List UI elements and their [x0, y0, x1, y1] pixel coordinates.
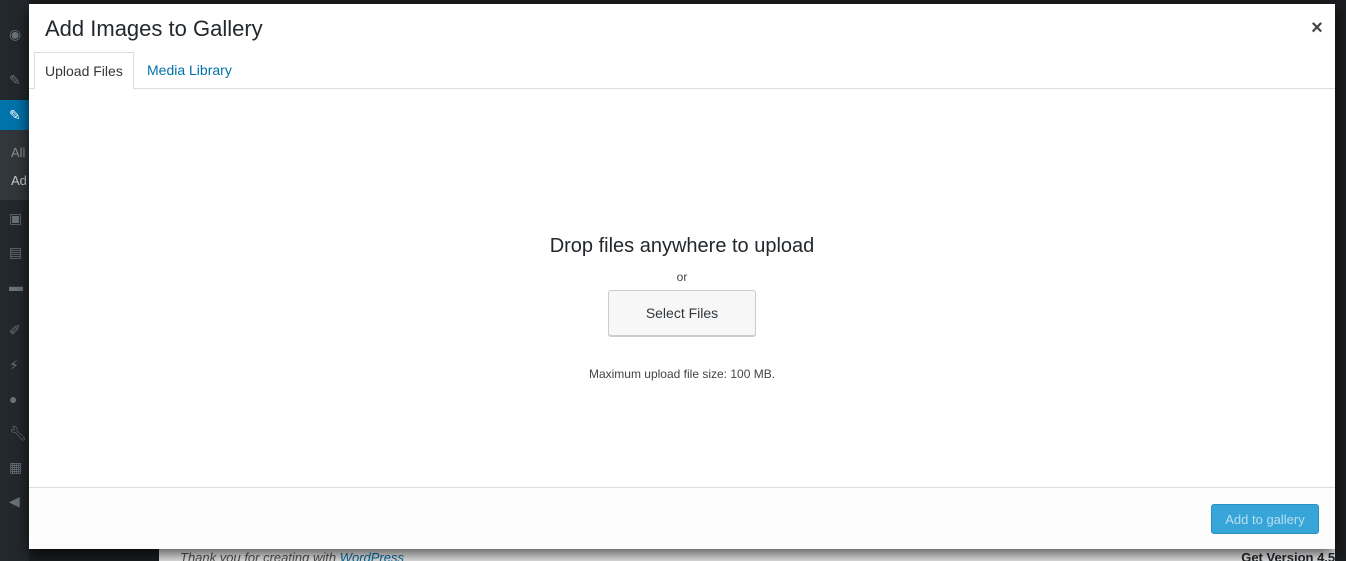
- submenu-background: [0, 130, 29, 200]
- footer-version[interactable]: Get Version 4.5.3: [1241, 550, 1346, 561]
- users-icon[interactable]: ●: [9, 391, 25, 407]
- tools-icon[interactable]: 🔧︎: [9, 425, 27, 441]
- tab-upload-files[interactable]: Upload Files: [34, 52, 134, 90]
- modal-title: Add Images to Gallery: [45, 16, 263, 41]
- upload-area[interactable]: Drop files anywhere to upload or Select …: [29, 89, 1335, 487]
- admin-footer: Thank you for creating with WordPress Ge…: [159, 548, 1346, 561]
- overlay-edge: [1335, 0, 1346, 561]
- appearance-icon[interactable]: ✐: [9, 322, 25, 338]
- modal-tabs: Upload Files Media Library: [29, 52, 1335, 90]
- submenu-item-add[interactable]: Ad: [11, 173, 27, 188]
- footer-thanks: Thank you for creating with WordPress: [180, 550, 404, 561]
- select-files-button[interactable]: Select Files: [608, 290, 756, 336]
- wordpress-link[interactable]: WordPress: [340, 550, 404, 561]
- pin-icon[interactable]: ✎: [9, 72, 25, 88]
- modal-toolbar: Add to gallery: [29, 487, 1335, 549]
- media-modal: Add Images to Gallery × Upload Files Med…: [29, 4, 1335, 549]
- add-to-gallery-button[interactable]: Add to gallery: [1211, 504, 1319, 534]
- comments-icon[interactable]: ▬: [9, 278, 25, 294]
- plugins-icon[interactable]: ⚡: [9, 357, 25, 373]
- max-upload-size: Maximum upload file size: 100 MB.: [588, 367, 776, 381]
- close-icon[interactable]: ×: [1305, 16, 1329, 40]
- pages-icon[interactable]: ▤: [9, 244, 25, 260]
- submenu-item-all[interactable]: All: [11, 145, 25, 160]
- posts-pin-icon[interactable]: ✎: [9, 107, 25, 123]
- admin-sidebar: ◉ ✎ ✎ All Ad ▣ ▤ ▬ ✐ ⚡ ● 🔧︎ ▦ ◀: [0, 0, 29, 561]
- settings-icon[interactable]: ▦: [9, 459, 25, 475]
- drop-message: Drop files anywhere to upload: [549, 235, 815, 257]
- or-text: or: [676, 270, 688, 284]
- tab-media-library[interactable]: Media Library: [137, 52, 242, 89]
- footer-thanks-text: Thank you for creating with: [180, 550, 337, 561]
- media-icon[interactable]: ▣: [9, 210, 25, 226]
- collapse-icon[interactable]: ◀: [9, 493, 25, 509]
- dashboard-icon[interactable]: ◉: [9, 26, 25, 42]
